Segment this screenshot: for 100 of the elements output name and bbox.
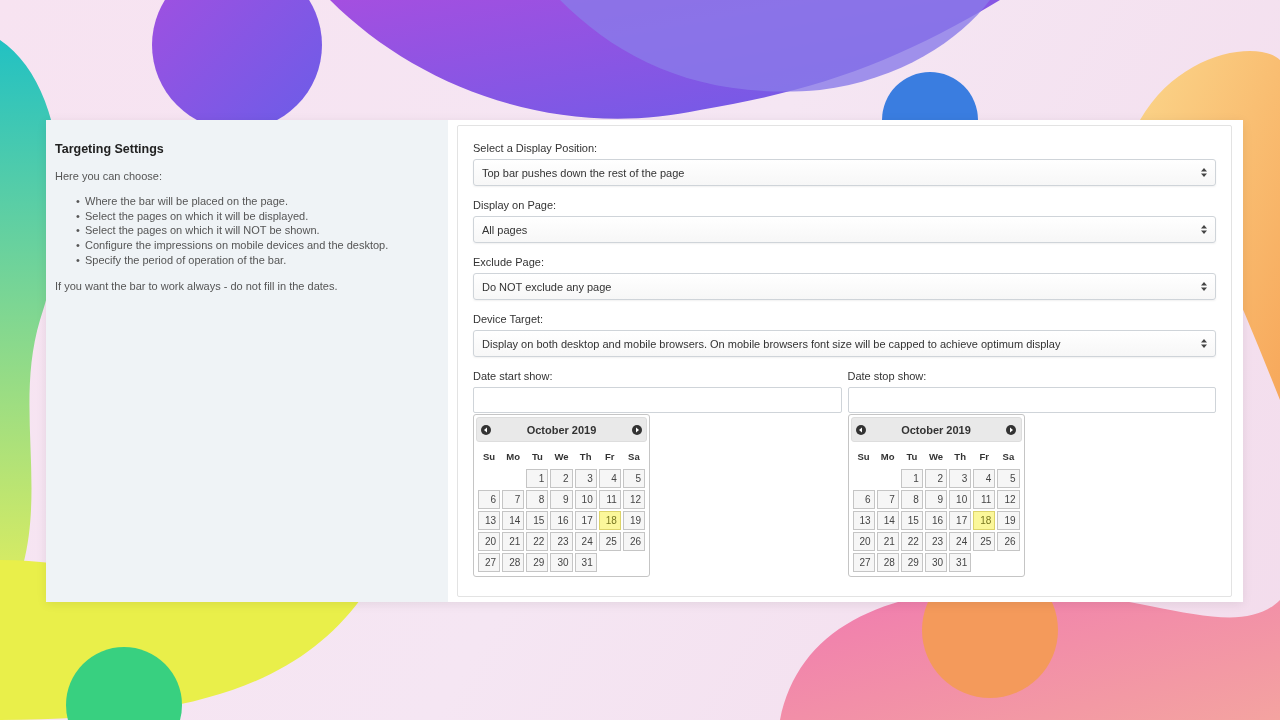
- calendar-day[interactable]: 29: [900, 553, 923, 572]
- date-input-field[interactable]: [847, 387, 1216, 413]
- calendar-day[interactable]: 15: [900, 511, 923, 530]
- calendar-day[interactable]: 8: [526, 490, 549, 509]
- calendar-day[interactable]: 13: [852, 511, 875, 530]
- weekday-label: We: [927, 450, 945, 464]
- calendar-day[interactable]: 12: [997, 490, 1020, 509]
- select-field[interactable]: Display on both desktop and mobile browsers. On mobile browsers font size will be capped to achieve optimum display: [473, 330, 1216, 357]
- calendar-day[interactable]: 28: [502, 553, 525, 572]
- calendar-day[interactable]: 14: [502, 511, 525, 530]
- calendar-day[interactable]: 17: [574, 511, 597, 530]
- updown-caret-icon: [1201, 339, 1207, 348]
- calendar-day[interactable]: 21: [502, 532, 525, 551]
- calendar-day[interactable]: 10: [949, 490, 972, 509]
- calendar-day[interactable]: 22: [900, 532, 923, 551]
- updown-caret-icon: [1201, 282, 1207, 291]
- field-label: Date start show:: [473, 370, 554, 382]
- calendar-day[interactable]: 16: [924, 511, 948, 530]
- field-label: Exclude Page:: [473, 256, 545, 268]
- note-text: If you want the bar to work always - do not fill in the dates.: [55, 279, 339, 292]
- calendar-day[interactable]: 18: [598, 511, 621, 530]
- calendar-day[interactable]: 10: [574, 490, 597, 509]
- calendar-day[interactable]: 11: [973, 490, 996, 509]
- weekday-label: Fr: [604, 450, 616, 464]
- calendar-day[interactable]: 7: [502, 490, 525, 509]
- calendar-day[interactable]: 2: [550, 469, 573, 488]
- field-label: Select a Display Position:: [473, 142, 599, 154]
- calendar-day[interactable]: 6: [852, 490, 875, 509]
- calendar-day[interactable]: 21: [876, 532, 899, 551]
- calendar-day[interactable]: 16: [550, 511, 573, 530]
- field-label: Display on Page:: [473, 199, 558, 211]
- weekday-label: Mo: [505, 450, 522, 464]
- month-title: October 2019: [901, 423, 971, 436]
- weekday-label: We: [553, 450, 570, 464]
- calendar-day[interactable]: 1: [526, 469, 549, 488]
- calendar-day[interactable]: 26: [622, 532, 645, 551]
- calendar-day[interactable]: 13: [478, 511, 501, 530]
- calendar-day[interactable]: 27: [478, 553, 501, 572]
- calendar-day[interactable]: 2: [924, 469, 948, 488]
- calendar-day[interactable]: 5: [622, 469, 645, 488]
- calendar-day[interactable]: 5: [997, 469, 1020, 488]
- calendar-day[interactable]: 1: [900, 469, 923, 488]
- calendar-day[interactable]: 23: [550, 532, 573, 551]
- calendar-day[interactable]: 11: [598, 490, 621, 509]
- calendar-day[interactable]: 20: [478, 532, 501, 551]
- bullet-item: Where the bar will be placed on the page.: [85, 194, 289, 209]
- calendar-day[interactable]: 6: [478, 490, 501, 509]
- calendar-day[interactable]: 27: [852, 553, 875, 572]
- date-input-field[interactable]: [473, 387, 842, 413]
- bullet-marker: •: [76, 223, 80, 239]
- calendar-day[interactable]: 9: [550, 490, 573, 509]
- next-month-icon[interactable]: [632, 424, 642, 435]
- calendar-day[interactable]: 25: [973, 532, 996, 551]
- calendar-day[interactable]: 29: [526, 553, 549, 572]
- bullet-marker: •: [76, 208, 80, 224]
- next-month-icon[interactable]: [1006, 424, 1017, 435]
- calendar-day[interactable]: 28: [876, 553, 899, 572]
- calendar-day[interactable]: 15: [526, 511, 549, 530]
- calendar-day[interactable]: 19: [997, 511, 1020, 530]
- select-field[interactable]: Top bar pushes down the rest of the page: [473, 159, 1216, 186]
- calendar-day[interactable]: 3: [574, 469, 597, 488]
- calendar-day[interactable]: 14: [876, 511, 899, 530]
- updown-caret-icon: [1201, 168, 1207, 177]
- calendar-day[interactable]: 23: [924, 532, 948, 551]
- calendar-day[interactable]: 4: [973, 469, 996, 488]
- calendar-day[interactable]: 30: [550, 553, 573, 572]
- updown-caret-icon: [1201, 225, 1207, 234]
- bullet-item: Select the pages on which it will be displayed.: [85, 208, 309, 224]
- calendar-day[interactable]: 26: [997, 532, 1020, 551]
- calendar-day[interactable]: 24: [949, 532, 972, 551]
- calendar-day[interactable]: 12: [622, 490, 645, 509]
- calendar-day[interactable]: 24: [574, 532, 597, 551]
- calendar-day[interactable]: 3: [949, 469, 972, 488]
- calendar-day[interactable]: 22: [526, 532, 549, 551]
- previous-month-icon[interactable]: [855, 424, 866, 435]
- calendar-day[interactable]: 25: [598, 532, 621, 551]
- calendar-day[interactable]: 17: [949, 511, 972, 530]
- weekday-label: Mo: [879, 450, 896, 464]
- weekday-label: Th: [953, 450, 967, 464]
- weekday-label: Sa: [627, 450, 641, 464]
- calendar-day[interactable]: 19: [622, 511, 645, 530]
- section-title: Targeting Settings: [55, 142, 165, 156]
- select-field[interactable]: All pages: [473, 216, 1216, 243]
- calendar-day[interactable]: 20: [852, 532, 875, 551]
- weekday-label: Sa: [1001, 450, 1016, 464]
- calendar-day[interactable]: 30: [924, 553, 948, 572]
- calendar-day[interactable]: 9: [924, 490, 948, 509]
- weekday-label: Th: [578, 450, 593, 464]
- calendar-day[interactable]: 31: [574, 553, 597, 572]
- weekday-label: Fr: [978, 450, 990, 464]
- select-field[interactable]: Do NOT exclude any page: [473, 273, 1216, 300]
- calendar-day[interactable]: 8: [900, 490, 923, 509]
- bullet-item: Configure the impressions on mobile devices and the desktop.: [85, 238, 389, 253]
- weekday-label: Su: [856, 450, 871, 464]
- calendar-day[interactable]: 31: [949, 553, 972, 572]
- calendar-day[interactable]: 7: [876, 490, 899, 509]
- calendar-day[interactable]: 4: [598, 469, 621, 488]
- bullet-item: Specify the period of operation of the bar.: [85, 252, 287, 268]
- previous-month-icon[interactable]: [481, 424, 491, 435]
- calendar-day[interactable]: 18: [973, 511, 996, 530]
